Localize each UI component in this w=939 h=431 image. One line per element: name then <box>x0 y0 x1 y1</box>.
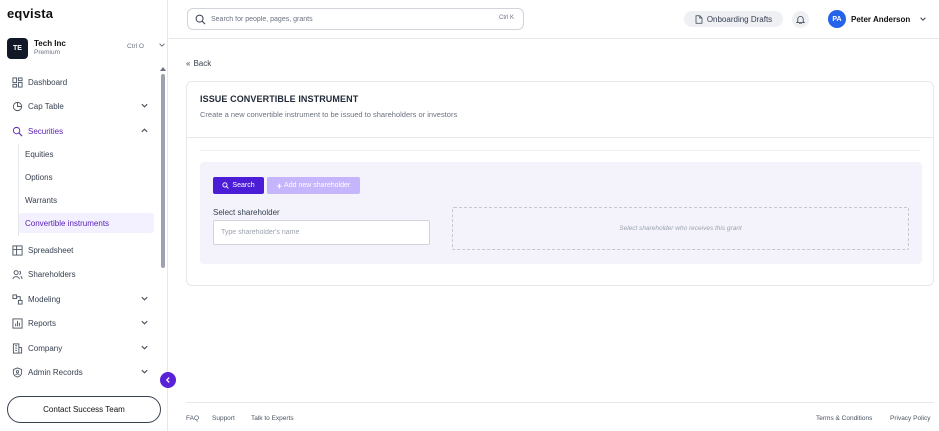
plus-icon: + <box>276 180 283 191</box>
sidebar-item-label: Securities <box>28 126 64 136</box>
sidebar-item-label: Spreadsheet <box>28 245 74 255</box>
admin-icon <box>11 366 23 378</box>
divider <box>200 150 920 151</box>
global-search[interactable]: Ctrl K <box>187 8 524 30</box>
chevron-down-icon <box>158 41 166 51</box>
contact-success-team-button[interactable]: Contact Success Team <box>7 396 161 423</box>
page-title: ISSUE CONVERTIBLE INSTRUMENT <box>200 94 359 104</box>
user-name: Peter Anderson <box>851 14 911 24</box>
page-subtitle: Create a new convertible instrument to b… <box>200 110 458 119</box>
add-button-label: Add new shareholder <box>284 182 351 189</box>
modeling-icon <box>11 293 23 305</box>
search-icon <box>222 182 230 189</box>
search-icon <box>195 14 206 24</box>
chevron-down-icon <box>141 345 148 350</box>
sidebar-item-label: Company <box>28 343 63 353</box>
search-shortcut: Ctrl K <box>499 15 514 21</box>
search-button-label: Search <box>232 182 255 189</box>
chevron-down-icon <box>141 369 148 374</box>
pie-chart-icon <box>11 100 23 112</box>
org-switcher[interactable]: TE Tech Inc Premium Ctrl O <box>7 37 166 59</box>
sidebar-item-admin-records[interactable]: Admin Records <box>5 362 155 382</box>
org-shortcut: Ctrl O <box>127 43 144 50</box>
drafts-label: Onboarding Drafts <box>706 14 773 24</box>
sidebar-item-dashboard[interactable]: Dashboard <box>5 72 155 92</box>
sidebar-item-label: Cap Table <box>28 101 64 111</box>
footer-link-privacy[interactable]: Privacy Policy <box>890 415 930 422</box>
topbar: Ctrl K Onboarding Drafts PA Peter Anders… <box>169 0 939 39</box>
chevron-down-icon <box>920 17 927 21</box>
document-icon <box>695 14 703 24</box>
sidebar-scrollbar[interactable] <box>161 74 165 268</box>
chevron-down-icon <box>141 320 148 325</box>
sidebar-item-label: Admin Records <box>28 367 83 377</box>
app-logo[interactable]: eqvista <box>7 6 53 21</box>
chevron-up-icon <box>141 128 148 133</box>
securities-icon <box>11 125 23 137</box>
sidebar-item-cap-table[interactable]: Cap Table <box>5 96 155 116</box>
chevron-down-icon <box>141 296 148 301</box>
back-link[interactable]: « Back <box>186 59 211 68</box>
issue-convertible-card: ISSUE CONVERTIBLE INSTRUMENT Create a ne… <box>186 81 934 286</box>
user-menu[interactable]: PA Peter Anderson <box>828 9 927 29</box>
search-input[interactable] <box>211 15 481 23</box>
sidebar-item-reports[interactable]: Reports <box>5 313 155 333</box>
sidebar-item-company[interactable]: Company <box>5 338 155 358</box>
users-icon <box>11 268 23 280</box>
grid-icon <box>11 244 23 256</box>
company-icon <box>11 342 23 354</box>
sidebar-item-modeling[interactable]: Modeling <box>5 289 155 309</box>
avatar: PA <box>828 10 846 28</box>
dashboard-icon <box>11 76 23 88</box>
add-new-shareholder-button[interactable]: + Add new shareholder <box>267 177 360 194</box>
bell-icon <box>796 16 805 24</box>
footer: FAQ Support Talk to Experts Terms & Cond… <box>186 402 934 431</box>
footer-link-terms[interactable]: Terms & Conditions <box>816 415 872 422</box>
footer-link-talk-to-experts[interactable]: Talk to Experts <box>251 415 294 422</box>
org-avatar: TE <box>7 37 28 59</box>
sidebar-subitem-warrants[interactable]: Warrants <box>19 190 154 210</box>
footer-link-faq[interactable]: FAQ <box>186 415 199 422</box>
reports-icon <box>11 317 23 329</box>
search-tab-button[interactable]: Search <box>213 177 264 194</box>
shareholder-select-panel: Search + Add new shareholder Select shar… <box>200 162 922 264</box>
notifications-button[interactable] <box>792 11 809 28</box>
sidebar-item-shareholders[interactable]: Shareholders <box>5 264 155 284</box>
sidebar: eqvista TE Tech Inc Premium Ctrl O Dashb… <box>0 0 168 431</box>
onboarding-drafts-button[interactable]: Onboarding Drafts <box>684 11 783 27</box>
org-plan: Premium <box>34 49 61 56</box>
chevron-left-icon <box>165 377 170 383</box>
footer-link-support[interactable]: Support <box>212 415 235 422</box>
sidebar-item-label: Shareholders <box>28 269 76 279</box>
sidebar-subitem-convertible-instruments[interactable]: Convertible instruments <box>19 213 154 233</box>
sidebar-subitem-equities[interactable]: Equities <box>19 144 154 164</box>
scroll-up-arrow[interactable] <box>160 67 166 71</box>
sidebar-item-securities[interactable]: Securities <box>5 121 155 141</box>
sidebar-item-label: Modeling <box>28 294 61 304</box>
sidebar-item-label: Dashboard <box>28 77 68 87</box>
collapse-sidebar-button[interactable] <box>160 372 176 388</box>
sidebar-item-spreadsheet[interactable]: Spreadsheet <box>5 240 155 260</box>
chevron-down-icon <box>141 103 148 108</box>
back-label: Back <box>193 59 212 68</box>
shareholder-name-input[interactable] <box>213 220 430 245</box>
divider <box>187 137 933 138</box>
select-shareholder-label: Select shareholder <box>213 208 280 217</box>
selected-shareholder-placeholder: Select shareholder who receives this gra… <box>452 207 909 250</box>
org-name: Tech Inc <box>34 39 66 48</box>
double-chevron-left-icon: « <box>186 59 191 68</box>
sidebar-item-label: Reports <box>28 318 57 328</box>
sidebar-subitem-options[interactable]: Options <box>19 167 154 187</box>
